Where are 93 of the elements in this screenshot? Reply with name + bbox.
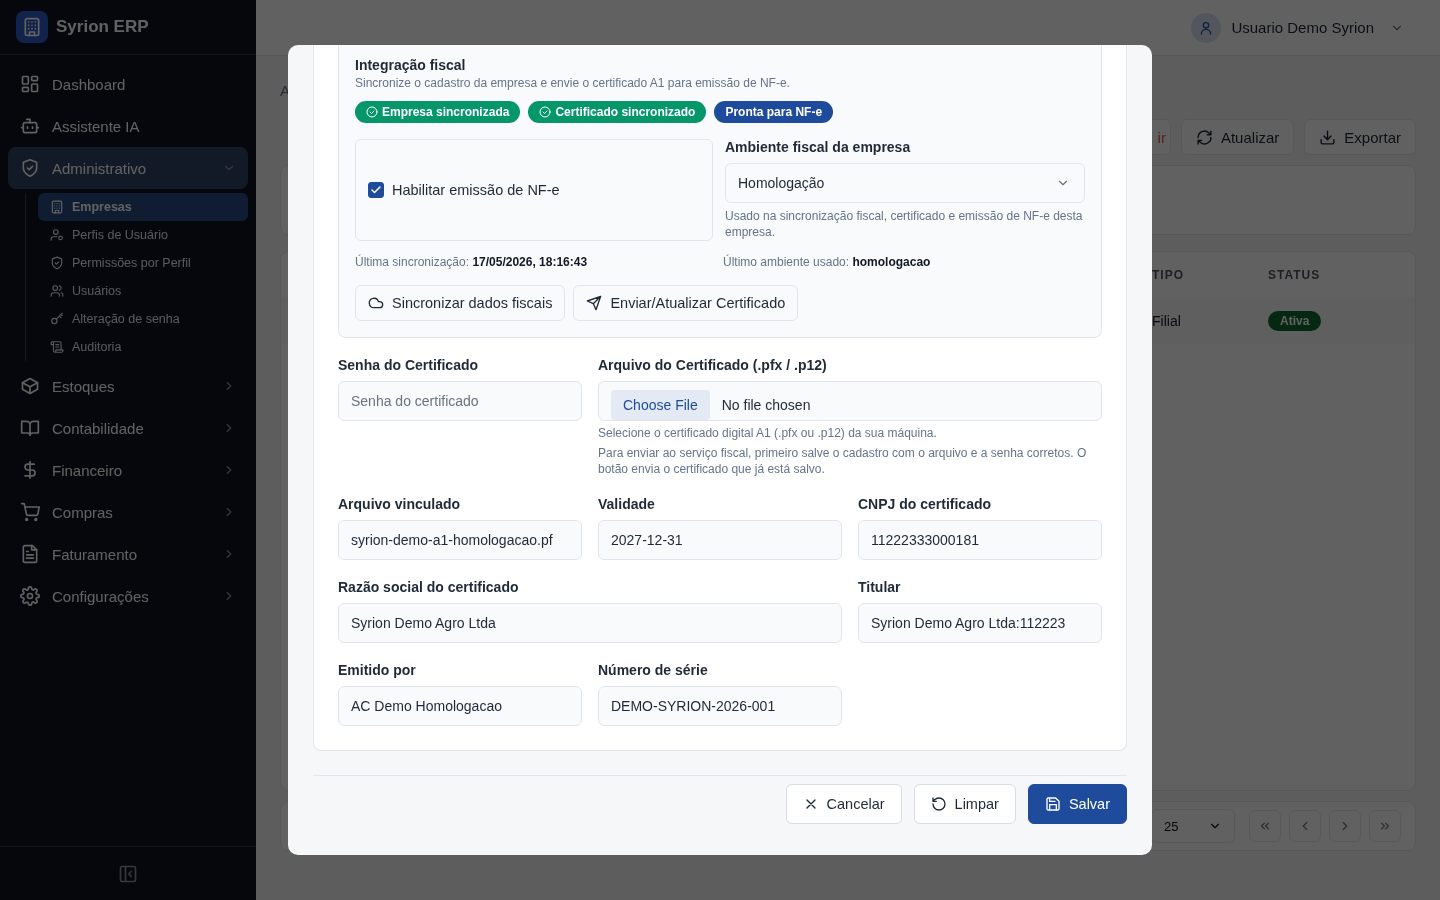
column-header: TIPO [1151,268,1185,282]
help-text: Para enviar ao serviço fiscal, primeiro salve o cadastro com o arquivo e a senha corretos. O botão envia o certificado que já está salvo. [598,445,1088,477]
package-icon [20,376,40,396]
sidebar-item[interactable]: Administrativo [8,147,248,189]
field-label: Razão social do certificado [338,578,520,597]
help-text: Usado na sincronização fiscal, certificado e emissão de NF-e desta empresa. [725,208,1084,240]
user-menu[interactable]: Usuario Demo Syrion [1191,12,1404,43]
document-icon [20,544,40,564]
collapse-sidebar-icon[interactable] [118,863,138,884]
sidebar-item[interactable]: Faturamento [8,533,248,575]
sidebar-subitem[interactable]: Usuários [38,277,248,305]
settings-icon [20,586,40,606]
key-icon [50,312,64,326]
sidebar-item[interactable]: Dashboard [8,63,248,105]
input-field[interactable]: AC Demo Homologacao [338,686,582,726]
sidebar-subitem[interactable]: Alteração de senha [38,305,248,333]
field-label: Validade [598,495,656,514]
section-title: Integração fiscal [355,57,467,73]
choose-file-button[interactable]: Choose File [611,390,710,420]
input-field[interactable]: syrion-demo-a1-homologacao.pf [338,520,582,560]
section-description: Sincronize o cadastro da empresa e envie o certificado A1 para emissão de NF-e. [355,76,791,90]
cart-icon [20,502,40,522]
file-status: No file chosen [721,397,811,413]
cancel-button[interactable]: Cancelar [785,784,902,824]
shield-icon [20,158,40,178]
robot-icon [20,116,40,136]
checkbox-label: Habilitar emissão de NF-e [392,182,560,198]
field-label: Emitido por [338,661,417,680]
sidebar-subitem[interactable]: Auditoria [38,333,248,361]
check-circle-icon [539,106,552,118]
save-button[interactable]: Salvar [1027,784,1127,824]
field-label: Senha do Certificado [338,356,480,375]
field-label: Número de série [598,661,709,680]
send-certificate-button[interactable]: Enviar/Atualizar Certificado [573,285,799,321]
scroll-icon [50,340,64,354]
check-circle-icon [366,106,378,118]
building-icon [22,17,42,37]
reset-icon [930,796,947,812]
column-header: STATUS [1267,268,1322,282]
sidebar-item[interactable]: Contabilidade [8,407,248,449]
input-field[interactable]: DEMO-SYRION-2026-001 [598,686,842,726]
shield-icon [50,256,64,270]
cloud-icon [368,295,384,311]
help-text: Selecione o certificado digital A1 (.pfx ou .p12) da sua máquina. [598,425,938,441]
save-icon [1044,796,1061,812]
refresh-button[interactable]: Atualizar [1180,119,1295,155]
status-badge: Empresa sincronizada [355,101,521,123]
sidebar-item[interactable]: Compras [8,491,248,533]
clear-button[interactable]: Limpar [913,784,1016,824]
building-icon [50,200,64,214]
users-icon [50,284,64,298]
status-badge: Ativa [1268,311,1322,331]
input-field[interactable]: 11222333000181 [858,520,1102,560]
status-badge: Pronta para NF-e [714,101,834,123]
previous-page-button[interactable] [1289,810,1321,842]
environment-select[interactable]: Homologação [725,163,1085,203]
check-icon [370,184,382,196]
input-field[interactable]: 2027-12-31 [598,520,842,560]
last-page-button[interactable] [1369,810,1401,842]
table-cell-text: Filial [1151,313,1182,329]
last-environment-text: Último ambiente usado: homologacao [723,255,932,269]
book-icon [20,418,40,438]
field-label: Ambiente fiscal da empresa [725,138,912,157]
last-sync-text: Última sincronização: 17/05/2026, 18:16:43 [355,255,589,269]
status-badge: Certificado sincronizado [528,101,707,123]
file-field[interactable]: Choose File No file chosen [598,381,1102,421]
refresh-icon [1195,128,1213,146]
chevron-icon [1258,819,1272,833]
export-button[interactable]: Exportar [1304,119,1416,155]
user-gear-icon [50,228,64,242]
chevron-icon [1378,819,1392,833]
send-icon [586,295,603,311]
dashboard-icon [20,74,40,94]
sync-button[interactable]: Sincronizar dados fiscais [355,285,566,321]
sidebar-subitem[interactable]: Perfis de Usuário [38,221,248,249]
first-page-button[interactable] [1249,810,1281,842]
sidebar-item[interactable]: Estoques [8,365,248,407]
app-name: Syrion ERP [56,17,149,37]
download-icon [1319,128,1337,146]
sidebar-item[interactable]: Financeiro [8,449,248,491]
input-field[interactable]: Syrion Demo Agro Ltda [338,603,842,643]
field-label: Titular [858,578,902,597]
field-label: Arquivo do Certificado (.pfx / .p12) [598,356,828,375]
next-page-button[interactable] [1329,810,1361,842]
input-field[interactable]: Syrion Demo Agro Ltda:112223 [858,603,1102,643]
field-label: CNPJ do certificado [858,495,993,514]
sidebar-subitem[interactable]: Empresas [38,193,248,221]
sidebar-item[interactable]: Configurações [8,575,248,617]
sidebar-item[interactable]: Assistente IA [8,105,248,147]
field-label: Arquivo vinculado [338,495,462,514]
input-field[interactable]: Senha do certificado [338,381,582,421]
sidebar-subitem[interactable]: Permissões por Perfil [38,249,248,277]
checkbox[interactable] [368,182,384,198]
